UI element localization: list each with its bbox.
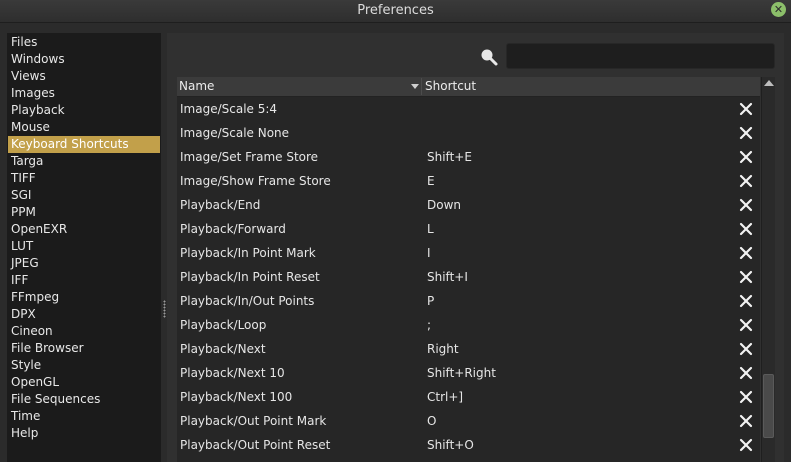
table-row[interactable]: Image/Scale 5:4 bbox=[177, 97, 760, 121]
sidebar-item[interactable]: Cineon bbox=[8, 323, 160, 340]
clear-shortcut-icon[interactable] bbox=[739, 222, 753, 236]
shortcut-key[interactable]: Right bbox=[427, 337, 459, 361]
clear-shortcut-icon[interactable] bbox=[739, 150, 753, 164]
clear-shortcut-icon[interactable] bbox=[739, 390, 753, 404]
clear-shortcut-icon[interactable] bbox=[739, 342, 753, 356]
sidebar-item[interactable]: Keyboard Shortcuts bbox=[8, 136, 160, 153]
sidebar-item[interactable]: Windows bbox=[8, 51, 160, 68]
shortcut-name: Playback/Out Point Mark bbox=[180, 414, 327, 428]
vertical-scrollbar[interactable] bbox=[761, 77, 775, 462]
table-row[interactable]: Playback/Next Right bbox=[177, 337, 760, 361]
shortcut-name: Image/Scale None bbox=[180, 126, 290, 140]
sort-down-icon[interactable] bbox=[411, 84, 419, 89]
shortcut-name: Playback/End bbox=[180, 198, 261, 212]
table-row[interactable]: Playback/In Point Mark I bbox=[177, 241, 760, 265]
clear-shortcut-icon[interactable] bbox=[739, 246, 753, 260]
clear-shortcut-icon[interactable] bbox=[739, 366, 753, 380]
clear-shortcut-icon[interactable] bbox=[739, 126, 753, 140]
table-row[interactable]: Playback/Out Point Reset Shift+O bbox=[177, 433, 760, 457]
shortcut-key[interactable]: O bbox=[427, 409, 436, 433]
table-row[interactable]: Playback/Next 10 Shift+Right bbox=[177, 361, 760, 385]
table-row[interactable]: Playback/In/Out Points P bbox=[177, 289, 760, 313]
shortcut-key[interactable]: Shift+E bbox=[427, 145, 472, 169]
sidebar-item[interactable]: IFF bbox=[8, 272, 160, 289]
sidebar-item[interactable]: File Browser bbox=[8, 340, 160, 357]
clear-shortcut-icon[interactable] bbox=[739, 270, 753, 284]
shortcut-name: Image/Show Frame Store bbox=[180, 174, 331, 188]
title-bar: Preferences ✕ bbox=[0, 0, 791, 23]
shortcut-key[interactable]: ; bbox=[427, 313, 431, 337]
sidebar-item[interactable]: Views bbox=[8, 68, 160, 85]
shortcut-name: Playback/In/Out Points bbox=[180, 294, 315, 308]
window-title: Preferences bbox=[357, 3, 434, 18]
sidebar-item[interactable]: OpenGL bbox=[8, 374, 160, 391]
clear-shortcut-icon[interactable] bbox=[739, 198, 753, 212]
column-separator[interactable] bbox=[421, 78, 422, 95]
sidebar-item[interactable]: Files bbox=[8, 34, 160, 51]
sidebar-item[interactable]: Mouse bbox=[8, 119, 160, 136]
splitter-handle[interactable] bbox=[163, 300, 166, 318]
shortcut-key[interactable]: P bbox=[427, 289, 434, 313]
scrollbar-thumb[interactable] bbox=[763, 374, 774, 438]
preferences-sidebar: Files Windows Views Images Playback Mouse Keyb… bbox=[7, 33, 161, 462]
scroll-up-arrow-icon[interactable] bbox=[764, 80, 774, 86]
shortcut-name: Playback/Next bbox=[180, 342, 266, 356]
shortcut-name: Playback/Next 100 bbox=[180, 390, 293, 404]
shortcut-name: Playback/Loop bbox=[180, 318, 267, 332]
clear-shortcut-icon[interactable] bbox=[739, 174, 753, 188]
clear-shortcut-icon[interactable] bbox=[739, 294, 753, 308]
sidebar-item[interactable]: TIFF bbox=[8, 170, 160, 187]
table-row[interactable]: Image/Scale None bbox=[177, 121, 760, 145]
table-row[interactable]: Playback/Forward L bbox=[177, 217, 760, 241]
shortcut-name: Playback/In Point Mark bbox=[180, 246, 316, 260]
shortcut-name: Playback/Out Point Reset bbox=[180, 438, 331, 452]
search-icon[interactable] bbox=[479, 47, 499, 67]
shortcut-key[interactable]: I bbox=[427, 241, 431, 265]
clear-shortcut-icon[interactable] bbox=[739, 438, 753, 452]
sidebar-item[interactable]: Time bbox=[8, 408, 160, 425]
table-row[interactable]: Image/Show Frame Store E bbox=[177, 169, 760, 193]
shortcut-name: Image/Scale 5:4 bbox=[180, 102, 278, 116]
shortcut-key[interactable]: Shift+I bbox=[427, 265, 468, 289]
sidebar-item[interactable]: JPEG bbox=[8, 255, 160, 272]
sidebar-item[interactable]: SGI bbox=[8, 187, 160, 204]
shortcut-key[interactable]: E bbox=[427, 169, 435, 193]
search-input[interactable] bbox=[506, 43, 775, 69]
table-row[interactable]: Image/Set Frame Store Shift+E bbox=[177, 145, 760, 169]
sidebar-item[interactable]: FFmpeg bbox=[8, 289, 160, 306]
sidebar-item[interactable]: Style bbox=[8, 357, 160, 374]
sidebar-item[interactable]: Help bbox=[8, 425, 160, 442]
sidebar-item[interactable]: DPX bbox=[8, 306, 160, 323]
sidebar-item[interactable]: PPM bbox=[8, 204, 160, 221]
shortcut-key[interactable]: Ctrl+] bbox=[427, 385, 463, 409]
clear-shortcut-icon[interactable] bbox=[739, 414, 753, 428]
table-row[interactable]: Playback/Out Point Mark O bbox=[177, 409, 760, 433]
shortcut-name: Playback/Next 10 bbox=[180, 366, 285, 380]
shortcut-key[interactable]: Shift+O bbox=[427, 433, 474, 457]
close-window-button[interactable]: ✕ bbox=[771, 2, 786, 17]
shortcut-name: Image/Set Frame Store bbox=[180, 150, 319, 164]
shortcut-key[interactable]: Down bbox=[427, 193, 461, 217]
table-row[interactable]: Playback/Loop; bbox=[177, 313, 760, 337]
shortcut-key[interactable]: Shift+Right bbox=[427, 361, 496, 385]
table-row[interactable]: Playback/In Point Reset Shift+I bbox=[177, 265, 760, 289]
clear-shortcut-icon[interactable] bbox=[739, 102, 753, 116]
sidebar-item[interactable]: Targa bbox=[8, 153, 160, 170]
shortcut-name: Playback/Forward bbox=[180, 222, 286, 236]
shortcut-name: Playback/In Point Reset bbox=[180, 270, 320, 284]
column-header-shortcut[interactable]: Shortcut bbox=[425, 77, 755, 96]
sidebar-item[interactable]: OpenEXR bbox=[8, 221, 160, 238]
sidebar-item[interactable]: Playback bbox=[8, 102, 160, 119]
table-header: Name Shortcut bbox=[177, 77, 760, 97]
sidebar-item[interactable]: Images bbox=[8, 85, 160, 102]
table-row[interactable]: Playback/Next 100 Ctrl+] bbox=[177, 385, 760, 409]
sidebar-item[interactable]: File Sequences bbox=[8, 391, 160, 408]
clear-shortcut-icon[interactable] bbox=[739, 318, 753, 332]
sidebar-item[interactable]: LUT bbox=[8, 238, 160, 255]
shortcut-key[interactable]: L bbox=[427, 217, 434, 241]
column-header-name[interactable]: Name bbox=[179, 77, 419, 96]
shortcuts-table: Image/Scale 5:4 Image/Scale None Image/Set… bbox=[177, 97, 760, 462]
table-row[interactable]: Playback/End Down bbox=[177, 193, 760, 217]
